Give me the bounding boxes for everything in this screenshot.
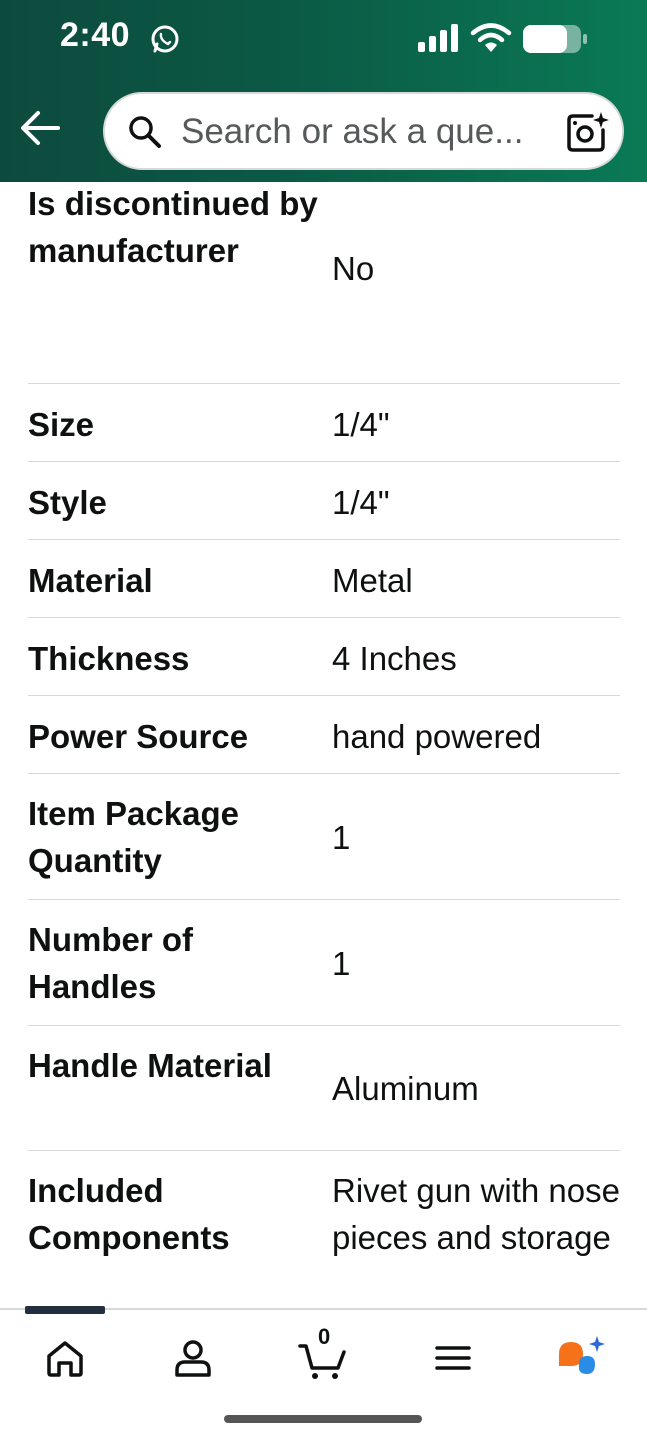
row-label: Material (28, 562, 153, 599)
table-row: Size 1/4" (28, 384, 620, 462)
row-value: 1/4" (332, 406, 390, 443)
row-value: Aluminum (332, 1070, 479, 1107)
row-label: Included Components (28, 1172, 230, 1256)
row-label: Thickness (28, 640, 190, 677)
bottom-navigation: 0 (0, 1306, 647, 1440)
cart-count-badge: 0 (318, 1324, 331, 1349)
status-time: 2:40 (60, 16, 131, 54)
table-row: Style 1/4" (28, 462, 620, 540)
row-value: 4 Inches (332, 640, 457, 677)
row-label: Size (28, 406, 95, 443)
table-row: Handle Material Aluminum (28, 1026, 620, 1151)
menu-icon[interactable] (431, 1336, 475, 1380)
row-value: 1/4" (332, 484, 390, 521)
row-value: 1 (332, 819, 351, 856)
row-value: 1 (332, 945, 351, 982)
wifi-icon (470, 23, 512, 52)
row-label: Handle Material (28, 1047, 272, 1084)
row-label: Item Package Quantity (28, 795, 239, 879)
search-placeholder[interactable]: Search or ask a que... (181, 112, 523, 152)
row-value: No (332, 250, 375, 287)
account-icon[interactable] (171, 1336, 215, 1380)
status-bar: 2:40 (0, 0, 647, 76)
top-header: 2:40 Search or ask a que... (0, 0, 647, 182)
row-label: Style (28, 484, 107, 521)
table-row: Thickness 4 Inches (28, 618, 620, 696)
search-bar[interactable]: Search or ask a que... (103, 92, 624, 170)
table-row: Is discontinued by manufacturer No (28, 182, 620, 384)
active-tab-indicator (25, 1306, 105, 1314)
home-icon[interactable] (43, 1336, 87, 1380)
row-value: Rivet gun with nose pieces and storage (332, 1172, 620, 1256)
back-arrow-icon[interactable] (18, 108, 62, 148)
search-icon (129, 116, 161, 148)
row-label: Power Source (28, 718, 249, 755)
row-label: Number of Handles (28, 921, 193, 1005)
product-details-table: Is discontinued by manufacturer No Size … (0, 182, 647, 1310)
row-label: Is discontinued by manufacturer (28, 185, 318, 269)
row-value: Metal (332, 562, 413, 599)
battery-icon (523, 25, 587, 53)
table-row: Material Metal (28, 540, 620, 618)
row-value: hand powered (332, 718, 542, 755)
rufus-assistant-icon[interactable] (555, 1336, 607, 1380)
table-row: Included Components Rivet gun with nose … (28, 1151, 620, 1310)
camera-search-icon[interactable] (565, 110, 609, 154)
home-indicator (224, 1415, 422, 1423)
table-row: Item Package Quantity 1 (28, 774, 620, 900)
cellular-signal-icon (418, 24, 458, 52)
table-row: Number of Handles 1 (28, 900, 620, 1026)
table-row: Power Source hand powered (28, 696, 620, 774)
whatsapp-icon (151, 25, 179, 53)
